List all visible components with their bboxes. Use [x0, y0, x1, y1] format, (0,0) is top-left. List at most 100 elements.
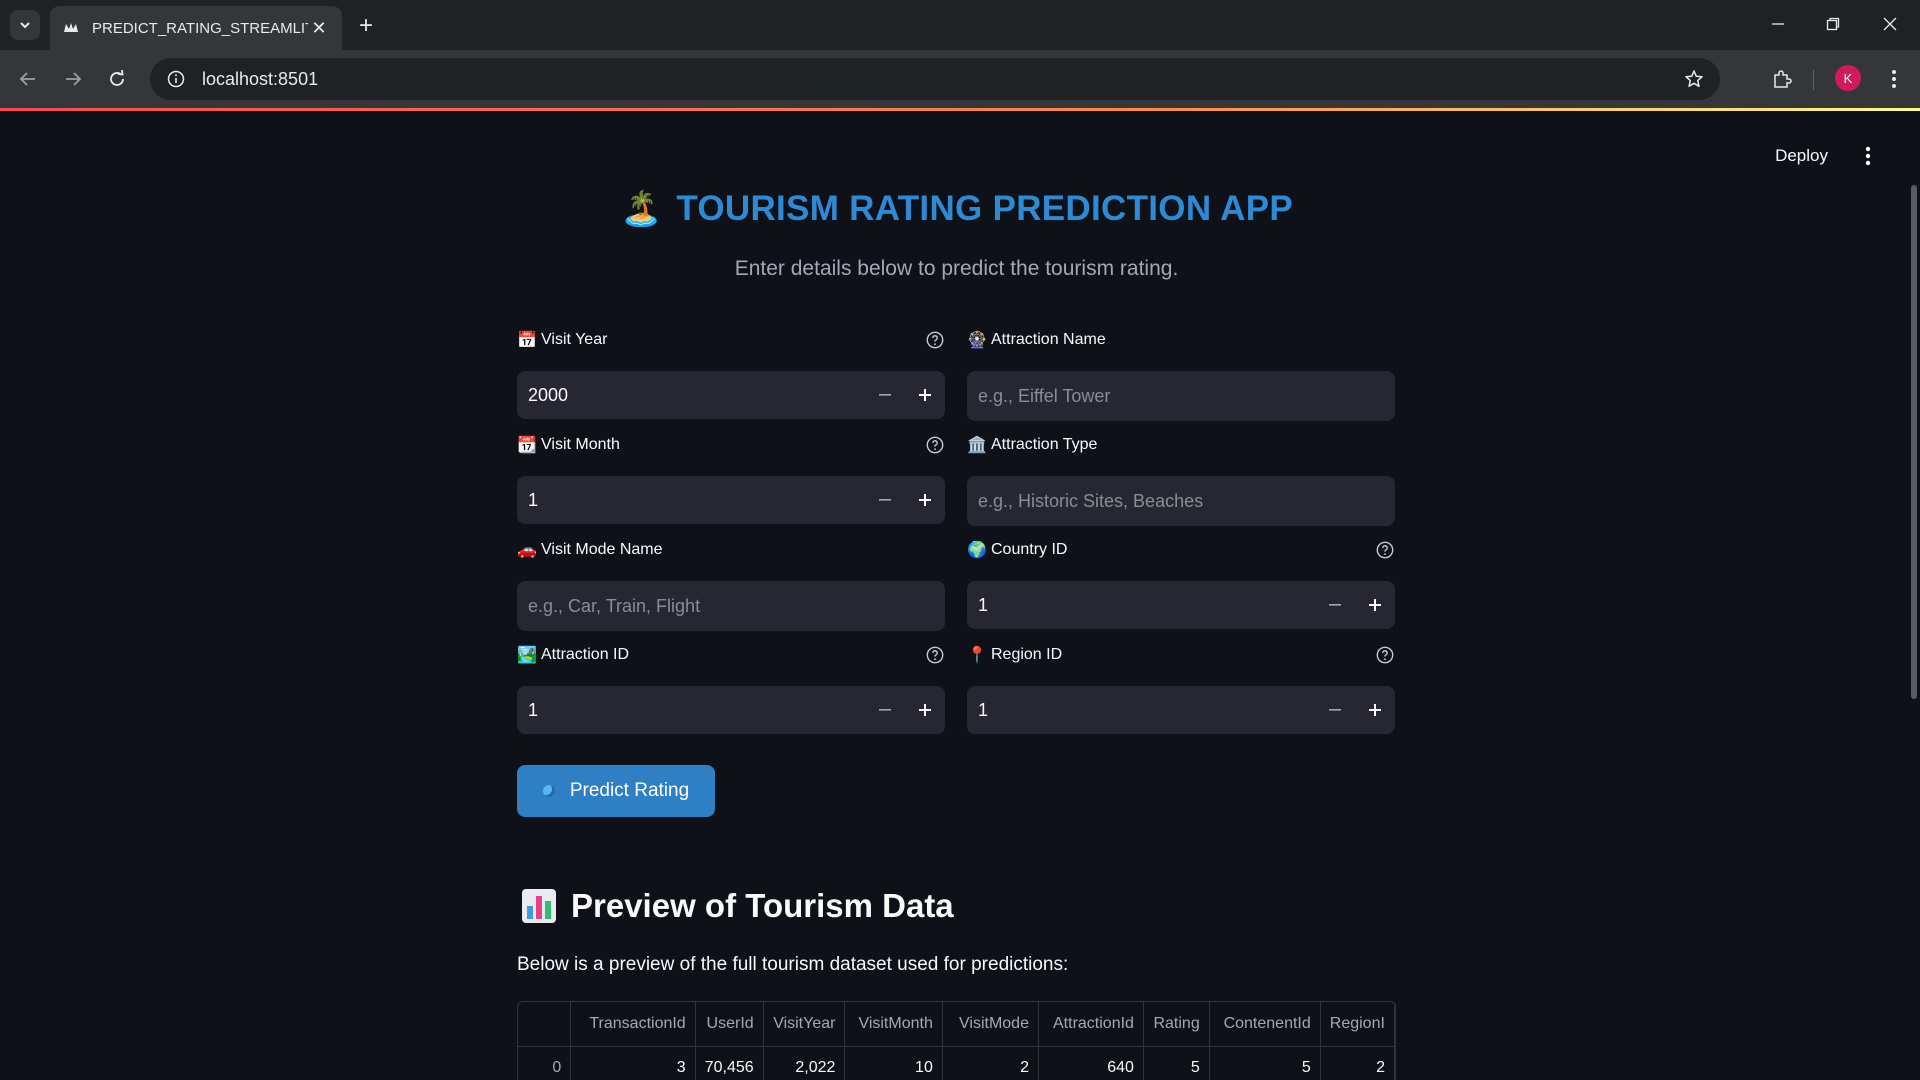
- new-tab-button[interactable]: +: [352, 12, 380, 40]
- table-cell[interactable]: 3: [570, 1046, 696, 1080]
- column-header[interactable]: RegionI: [1320, 1002, 1395, 1047]
- attraction-id-label: Attraction ID: [541, 646, 630, 663]
- app-header-actions: Deploy: [1761, 140, 1880, 172]
- visit-month-input[interactable]: 1: [517, 476, 945, 524]
- profile-avatar[interactable]: K: [1835, 65, 1861, 91]
- page-scrollbar[interactable]: [1911, 185, 1917, 699]
- attraction-id-input[interactable]: 1: [517, 686, 945, 734]
- attraction-type-input[interactable]: e.g., Historic Sites, Beaches: [967, 476, 1395, 526]
- minimize-icon: [1772, 23, 1784, 25]
- visit-year-value[interactable]: 2000: [517, 385, 865, 406]
- attraction-name-input[interactable]: e.g., Eiffel Tower: [967, 371, 1395, 421]
- decrement-button[interactable]: [865, 476, 905, 524]
- region-id-label: Region ID: [991, 646, 1063, 663]
- help-icon[interactable]: [925, 645, 945, 665]
- plus-icon: [919, 494, 931, 506]
- increment-button[interactable]: [1355, 581, 1395, 629]
- attraction-name-field: 🎡 Attraction Name e.g., Eiffel Tower: [967, 327, 1395, 421]
- classical-building-icon: 🏛️: [967, 437, 987, 454]
- visit-month-value[interactable]: 1: [517, 490, 865, 511]
- increment-button[interactable]: [905, 476, 945, 524]
- table-cell[interactable]: 0: [518, 1046, 572, 1080]
- main-menu-button[interactable]: [1856, 144, 1880, 168]
- restore-button[interactable]: [1813, 8, 1853, 40]
- region-id-input[interactable]: 1: [967, 686, 1395, 734]
- active-tab[interactable]: PREDICT_RATING_STREAMLIT ✕: [50, 6, 342, 50]
- site-info-icon[interactable]: [164, 67, 188, 91]
- extensions-button[interactable]: [1766, 63, 1798, 95]
- decrement-button[interactable]: [1315, 686, 1355, 734]
- region-id-value[interactable]: 1: [967, 700, 1315, 721]
- preview-title: Preview of Tourism Data: [571, 887, 954, 924]
- browser-menu-button[interactable]: [1880, 63, 1908, 95]
- reload-button[interactable]: [101, 63, 133, 95]
- column-header[interactable]: VisitYear: [763, 1002, 846, 1047]
- column-header[interactable]: AttractionId: [1038, 1002, 1144, 1047]
- deploy-button[interactable]: Deploy: [1761, 140, 1842, 172]
- car-icon: 🚗: [517, 542, 537, 559]
- column-header[interactable]: VisitMode: [942, 1002, 1039, 1047]
- attraction-id-value[interactable]: 1: [517, 700, 865, 721]
- help-icon[interactable]: [925, 435, 945, 455]
- page-title: 🏝️ TOURISM RATING PREDICTION APP: [517, 186, 1396, 232]
- column-header[interactable]: TransactionId: [570, 1002, 696, 1047]
- plus-icon: [919, 704, 931, 716]
- close-tab-icon[interactable]: ✕: [308, 17, 330, 39]
- decrement-button[interactable]: [865, 371, 905, 419]
- island-icon: 🏝️: [619, 190, 663, 228]
- table-cell[interactable]: 2: [942, 1046, 1039, 1080]
- visit-month-label: Visit Month: [541, 436, 620, 453]
- plus-icon: [1369, 704, 1381, 716]
- table-row: 0 3 70,456 2,022 10 2 640 5 5 2: [518, 1046, 1395, 1080]
- visit-mode-name-field: 🚗 Visit Mode Name e.g., Car, Train, Flig…: [517, 537, 945, 631]
- increment-button[interactable]: [1355, 686, 1395, 734]
- help-icon[interactable]: [1375, 540, 1395, 560]
- chevron-down-icon: [20, 22, 30, 29]
- increment-button[interactable]: [905, 686, 945, 734]
- ferris-wheel-icon: 🎡: [967, 332, 987, 349]
- increment-button[interactable]: [905, 371, 945, 419]
- plus-icon: [919, 389, 931, 401]
- column-header[interactable]: Rating: [1143, 1002, 1210, 1047]
- help-icon[interactable]: [925, 330, 945, 350]
- tab-search-button[interactable]: [10, 10, 40, 40]
- preview-heading: Preview of Tourism Data: [521, 887, 954, 925]
- arrow-left-icon: [19, 72, 35, 86]
- column-header[interactable]: [518, 1002, 572, 1047]
- table-cell[interactable]: 5: [1143, 1046, 1210, 1080]
- page-title-text: TOURISM RATING PREDICTION APP: [676, 189, 1294, 228]
- attraction-name-label: Attraction Name: [991, 331, 1106, 348]
- visit-mode-name-input[interactable]: e.g., Car, Train, Flight: [517, 581, 945, 631]
- table-cell[interactable]: 2,022: [763, 1046, 846, 1080]
- minus-icon: [879, 394, 891, 396]
- close-window-button[interactable]: [1870, 8, 1910, 40]
- visit-year-input[interactable]: 2000: [517, 371, 945, 419]
- pin-icon: 📍: [967, 647, 987, 664]
- predict-rating-button[interactable]: Predict Rating: [517, 765, 715, 817]
- country-id-value[interactable]: 1: [967, 595, 1315, 616]
- table-cell[interactable]: 2: [1320, 1046, 1395, 1080]
- country-id-input[interactable]: 1: [967, 581, 1395, 629]
- table-cell[interactable]: 10: [844, 1046, 943, 1080]
- table-cell[interactable]: 640: [1038, 1046, 1144, 1080]
- column-header[interactable]: UserId: [695, 1002, 764, 1047]
- decrement-button[interactable]: [1315, 581, 1355, 629]
- table-cell[interactable]: 70,456: [695, 1046, 764, 1080]
- back-button[interactable]: [12, 63, 44, 95]
- data-table[interactable]: TransactionId UserId VisitYear VisitMont…: [517, 1001, 1396, 1080]
- attraction-type-label: Attraction Type: [991, 436, 1098, 453]
- address-bar[interactable]: localhost:8501: [150, 58, 1720, 100]
- predict-rating-label: Predict Rating: [569, 780, 690, 801]
- streamlit-crown-icon: [62, 19, 80, 37]
- minus-icon: [1329, 709, 1341, 711]
- forward-button[interactable]: [57, 63, 89, 95]
- decrement-button[interactable]: [865, 686, 905, 734]
- table-header-row: TransactionId UserId VisitYear VisitMont…: [518, 1002, 1395, 1047]
- column-header[interactable]: VisitMonth: [844, 1002, 943, 1047]
- table-cell[interactable]: 5: [1209, 1046, 1321, 1080]
- minimize-button[interactable]: [1758, 8, 1798, 40]
- bookmark-star-icon[interactable]: [1682, 67, 1706, 91]
- arrow-right-icon: [66, 72, 82, 86]
- help-icon[interactable]: [1375, 645, 1395, 665]
- column-header[interactable]: ContenentId: [1209, 1002, 1321, 1047]
